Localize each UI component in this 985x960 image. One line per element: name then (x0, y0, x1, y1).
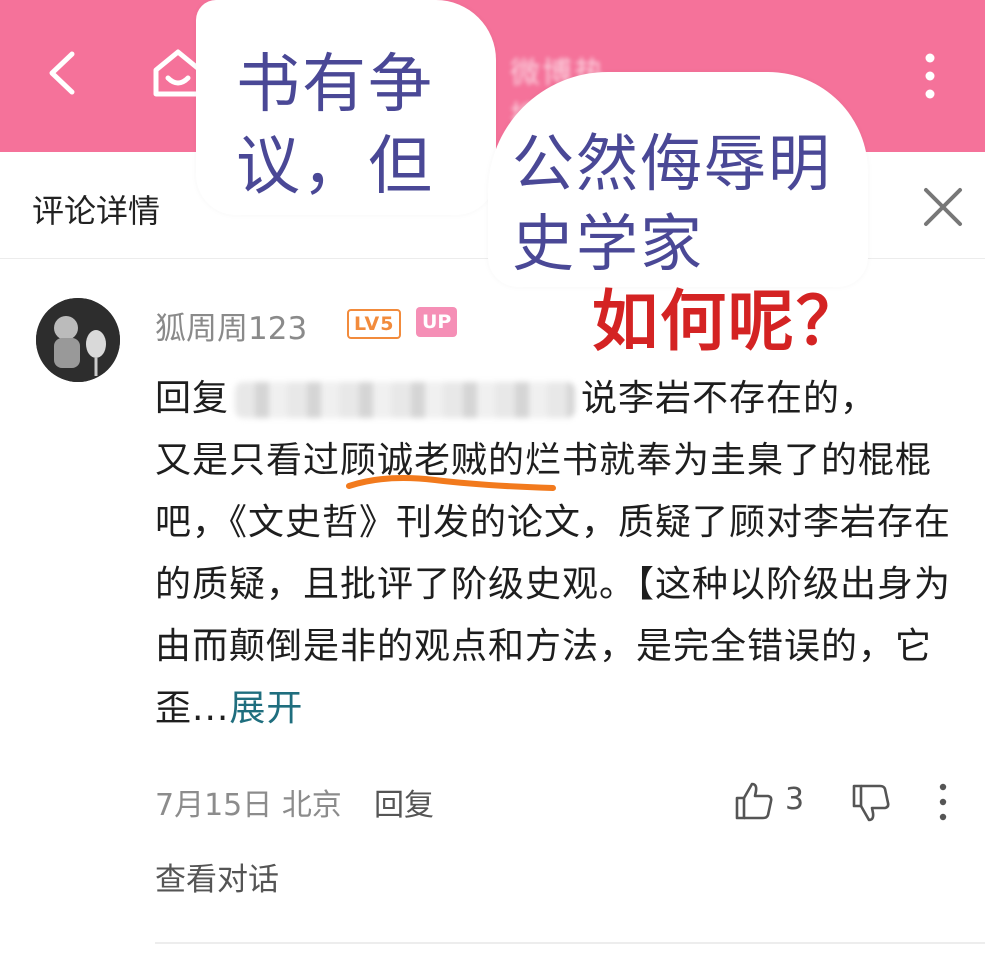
comment-body: 回复 说李岩不存在的， 又是只看过顾诚老贼的烂书就奉为圭臬了的棍棍吧，《文史哲》刊… (155, 368, 955, 740)
comment-meta: 7月15日 北京 (155, 780, 342, 824)
comment-username[interactable]: 狐周周123 (155, 303, 307, 348)
comment-date: 7月15日 (155, 788, 273, 823)
close-icon[interactable] (918, 182, 968, 232)
expand-link[interactable]: 展开 (229, 688, 303, 729)
level-badge: LV5 (347, 309, 402, 339)
page-title: 评论详情 (32, 192, 161, 230)
like-count: 3 (785, 782, 805, 817)
reply-prefix: 回复 (155, 378, 230, 419)
thumbs-down-icon[interactable] (850, 782, 892, 824)
up-badge: UP (416, 307, 458, 337)
comment-location: 北京 (281, 788, 342, 823)
divider (155, 942, 985, 944)
avatar[interactable] (36, 298, 120, 382)
thumbs-up-icon[interactable] (733, 780, 775, 822)
comment-line-1: 说李岩不存在的， (581, 378, 878, 419)
highlight-underline (346, 475, 556, 491)
more-options-icon[interactable] (915, 50, 945, 102)
comment-more-icon[interactable] (935, 782, 951, 822)
reply-button[interactable]: 回复 (374, 780, 434, 824)
view-conversation-link[interactable]: 查看对话 (155, 854, 279, 899)
overlay-caption-2: 公然侮辱明史学家 (512, 127, 833, 280)
back-arrow-icon[interactable] (38, 48, 88, 98)
avatar-illustration-icon (36, 298, 120, 382)
overlay-caption-red: 如何呢？ (592, 282, 864, 360)
overlay-caption-1: 书有争议，但 (236, 48, 434, 204)
blurred-mention (235, 382, 576, 418)
